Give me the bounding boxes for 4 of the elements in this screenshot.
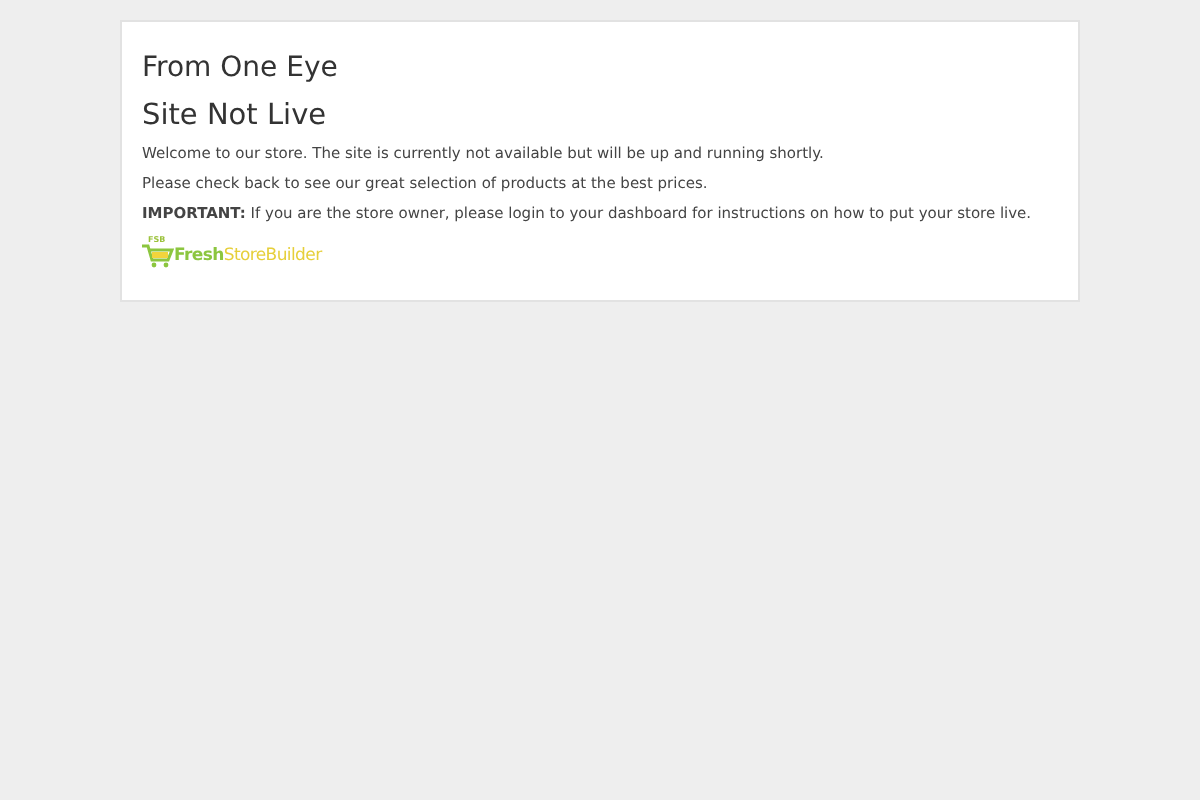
- site-title: From One Eye: [142, 50, 340, 86]
- cart-icon: [142, 244, 174, 268]
- logo-text: FreshStoreBuilder: [174, 244, 322, 268]
- page-heading: Site Not Live: [142, 98, 329, 134]
